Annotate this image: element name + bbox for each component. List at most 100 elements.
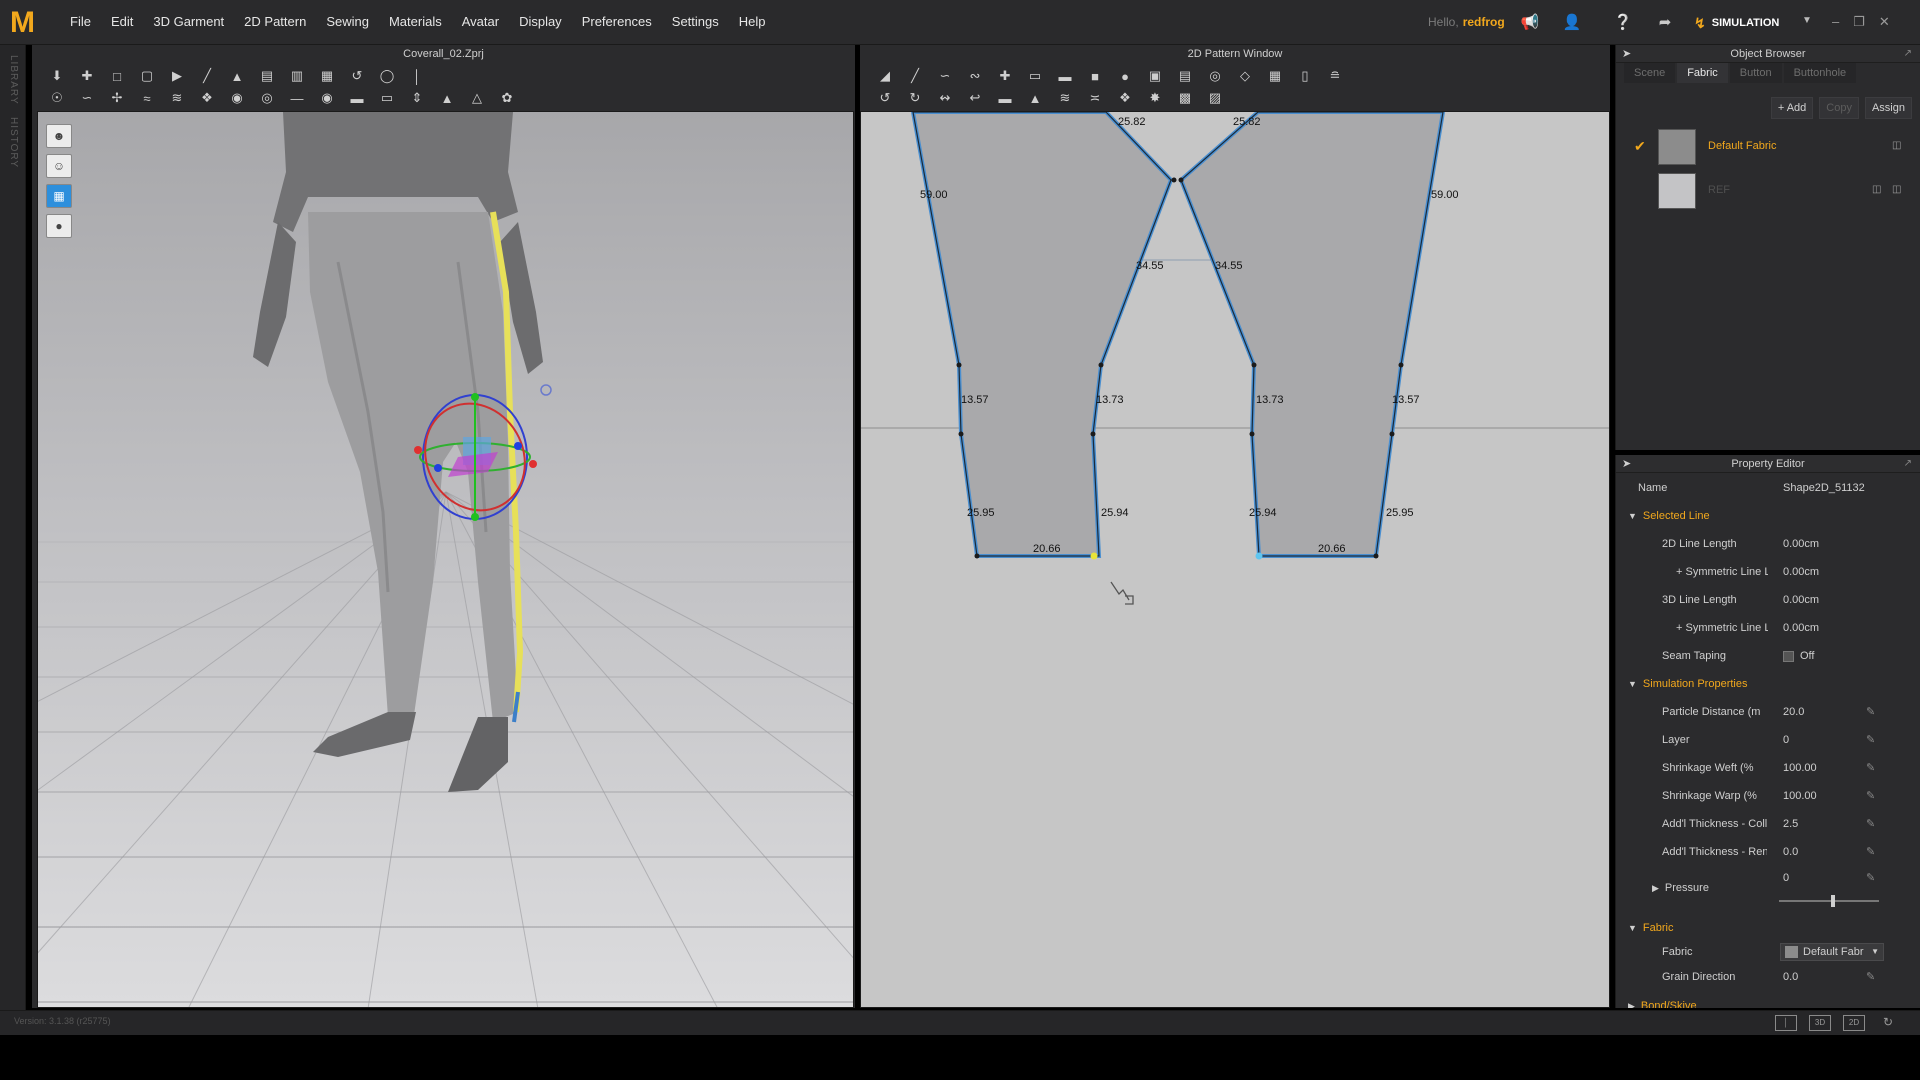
check-sew-icon[interactable]: ↭	[934, 89, 956, 107]
user-icon[interactable]: 👤	[1562, 14, 1582, 32]
sewing-tool-icon[interactable]: ✢	[106, 89, 128, 107]
pressure-label-wrap[interactable]: ▶ Pressure	[1652, 877, 1757, 899]
multi-sewing-icon[interactable]: ❖	[196, 89, 218, 107]
prop-value[interactable]: 0.00cm	[1783, 589, 1819, 611]
fabric-settings-icon[interactable]: ◫	[1892, 140, 1901, 151]
pin-tool-icon[interactable]: ▶	[166, 67, 188, 85]
tab-scene[interactable]: Scene	[1624, 63, 1676, 83]
avatar-pose-icon[interactable]: ☉	[46, 89, 68, 107]
fold-arrange-icon[interactable]: ▬	[346, 89, 368, 107]
prop-value[interactable]: 100.00	[1783, 757, 1817, 779]
segment-sewing-icon[interactable]: ≋	[166, 89, 188, 107]
edit-pencil-icon[interactable]: ✎	[1866, 701, 1875, 723]
button-tool-icon[interactable]: ◉	[226, 89, 248, 107]
menu-file[interactable]: File	[60, 14, 101, 29]
view-avatar-icon[interactable]: ☻	[46, 124, 72, 148]
tshirt-icon[interactable]: ▥	[286, 67, 308, 85]
refresh-icon[interactable]: ↻	[1877, 1015, 1899, 1031]
prop-value[interactable]: 100.00	[1783, 785, 1817, 807]
view-avatar-alt-icon[interactable]: ☺	[46, 154, 72, 178]
dart-icon[interactable]: ◇	[1234, 67, 1256, 85]
polygon-icon[interactable]: ▭	[1024, 67, 1046, 85]
rectangle-icon[interactable]: ■	[1084, 67, 1106, 85]
menu-3d-garment[interactable]: 3D Garment	[143, 14, 234, 29]
seam-taping-toggle[interactable]: Off	[1783, 645, 1814, 667]
grid-icon[interactable]: ▯	[1294, 67, 1316, 85]
ruler-icon[interactable]: │	[406, 67, 428, 85]
prop-value[interactable]: 0.00cm	[1783, 533, 1819, 555]
garment-fit-icon[interactable]: △	[466, 89, 488, 107]
edit-pencil-icon[interactable]: ✎	[1866, 729, 1875, 751]
texture-icon[interactable]: ✿	[496, 89, 518, 107]
slider-handle[interactable]	[1831, 895, 1835, 907]
prop-value[interactable]: 0	[1783, 729, 1789, 751]
view-2d-icon[interactable]: 2D	[1843, 1015, 1865, 1031]
minimize-icon[interactable]: –	[1832, 14, 1839, 30]
segment-sew-icon[interactable]: ↺	[874, 89, 896, 107]
view-head-icon[interactable]: ●	[46, 214, 72, 238]
free-sew-icon[interactable]: ↻	[904, 89, 926, 107]
menu-sewing[interactable]: Sewing	[316, 14, 379, 29]
curve-tool-icon[interactable]: ↺	[346, 67, 368, 85]
edit-pencil-icon[interactable]: ✎	[1866, 813, 1875, 835]
edit-pencil-icon[interactable]: ✎	[1866, 757, 1875, 779]
pattern-piece-left[interactable]	[910, 112, 1174, 558]
buttonhole-icon[interactable]: ◎	[256, 89, 278, 107]
edit-curve-icon[interactable]: ∽	[934, 67, 956, 85]
grain-icon[interactable]: ▨	[1204, 89, 1226, 107]
fabric-settings-icon[interactable]: ◫	[1892, 184, 1901, 195]
internal-rect-icon[interactable]: ▤	[1174, 67, 1196, 85]
copy-fabric-button[interactable]: Copy	[1819, 97, 1859, 119]
section-selected-line[interactable]: ▼ Selected Line	[1628, 505, 1710, 527]
view-garment-icon[interactable]: ▦	[46, 184, 72, 208]
trace-icon[interactable]: ▦	[1264, 67, 1286, 85]
menu-preferences[interactable]: Preferences	[572, 14, 662, 29]
graphic-icon[interactable]: ✸	[1144, 89, 1166, 107]
prop-value[interactable]: 0	[1783, 867, 1789, 889]
prop-value[interactable]: 0.0	[1783, 841, 1798, 863]
add-point-icon[interactable]: ✚	[994, 67, 1016, 85]
library-tab[interactable]: LIBRARY	[8, 55, 19, 105]
line-tool-icon[interactable]: ╱	[196, 67, 218, 85]
prop-value[interactable]: 0.00cm	[1783, 617, 1819, 639]
circle-icon[interactable]: ●	[1114, 67, 1136, 85]
checkbox[interactable]	[1783, 650, 1794, 662]
prop-value[interactable]: 20.0	[1783, 701, 1804, 723]
select-mesh-icon[interactable]: □	[106, 67, 128, 85]
close-icon[interactable]: ✕	[1879, 14, 1890, 30]
viewport-3d[interactable]: ☻ ☺ ▦ ●	[37, 111, 854, 1008]
seam-line-icon[interactable]: ≋	[1054, 89, 1076, 107]
share-icon[interactable]: ➦	[1655, 14, 1675, 32]
transform-pattern-icon[interactable]: ◢	[874, 67, 896, 85]
prop-value[interactable]: 2.5	[1783, 813, 1798, 835]
pressure-slider[interactable]	[1779, 895, 1879, 907]
seam-tool-icon[interactable]: ∽	[76, 89, 98, 107]
topstitch-icon[interactable]: ❖	[1114, 89, 1136, 107]
view-3d-icon[interactable]: 3D	[1809, 1015, 1831, 1031]
shirt-icon[interactable]: ▤	[256, 67, 278, 85]
assign-fabric-button[interactable]: Assign	[1864, 97, 1912, 119]
delete-icon[interactable]: ◫	[1872, 184, 1881, 195]
tab-buttonhole[interactable]: Buttonhole	[1783, 63, 1857, 83]
menu-materials[interactable]: Materials	[379, 14, 452, 29]
pin-2d-icon[interactable]: ▲	[1024, 89, 1046, 107]
section-fabric[interactable]: ▼ Fabric	[1628, 917, 1673, 939]
edit-pencil-icon[interactable]: ✎	[1866, 841, 1875, 863]
simulation-dropdown-icon[interactable]: ▼	[1802, 15, 1812, 26]
fabric-item-ref[interactable]: REF ◫ ◫	[1626, 171, 1911, 211]
announcement-icon[interactable]: 📢	[1520, 14, 1540, 32]
menu-edit[interactable]: Edit	[101, 14, 143, 29]
help-icon[interactable]: ❔	[1613, 14, 1633, 32]
lasso-tool-icon[interactable]: ◯	[376, 67, 398, 85]
curve-point-icon[interactable]: ∾	[964, 67, 986, 85]
restore-icon[interactable]: ❐	[1853, 14, 1865, 30]
collapse-arrow-icon[interactable]: ➤	[1622, 45, 1631, 63]
menu-display[interactable]: Display	[509, 14, 572, 29]
popout-icon[interactable]: ↗	[1904, 45, 1912, 63]
fabric-item-default[interactable]: ✔ Default Fabric ◫	[1626, 127, 1911, 167]
menu-help[interactable]: Help	[729, 14, 776, 29]
texture-edit-icon[interactable]: ▩	[1174, 89, 1196, 107]
avatar[interactable]	[253, 112, 543, 792]
edit-pencil-icon[interactable]: ✎	[1866, 966, 1875, 988]
garment-tool-icon[interactable]: ▲	[226, 67, 248, 85]
